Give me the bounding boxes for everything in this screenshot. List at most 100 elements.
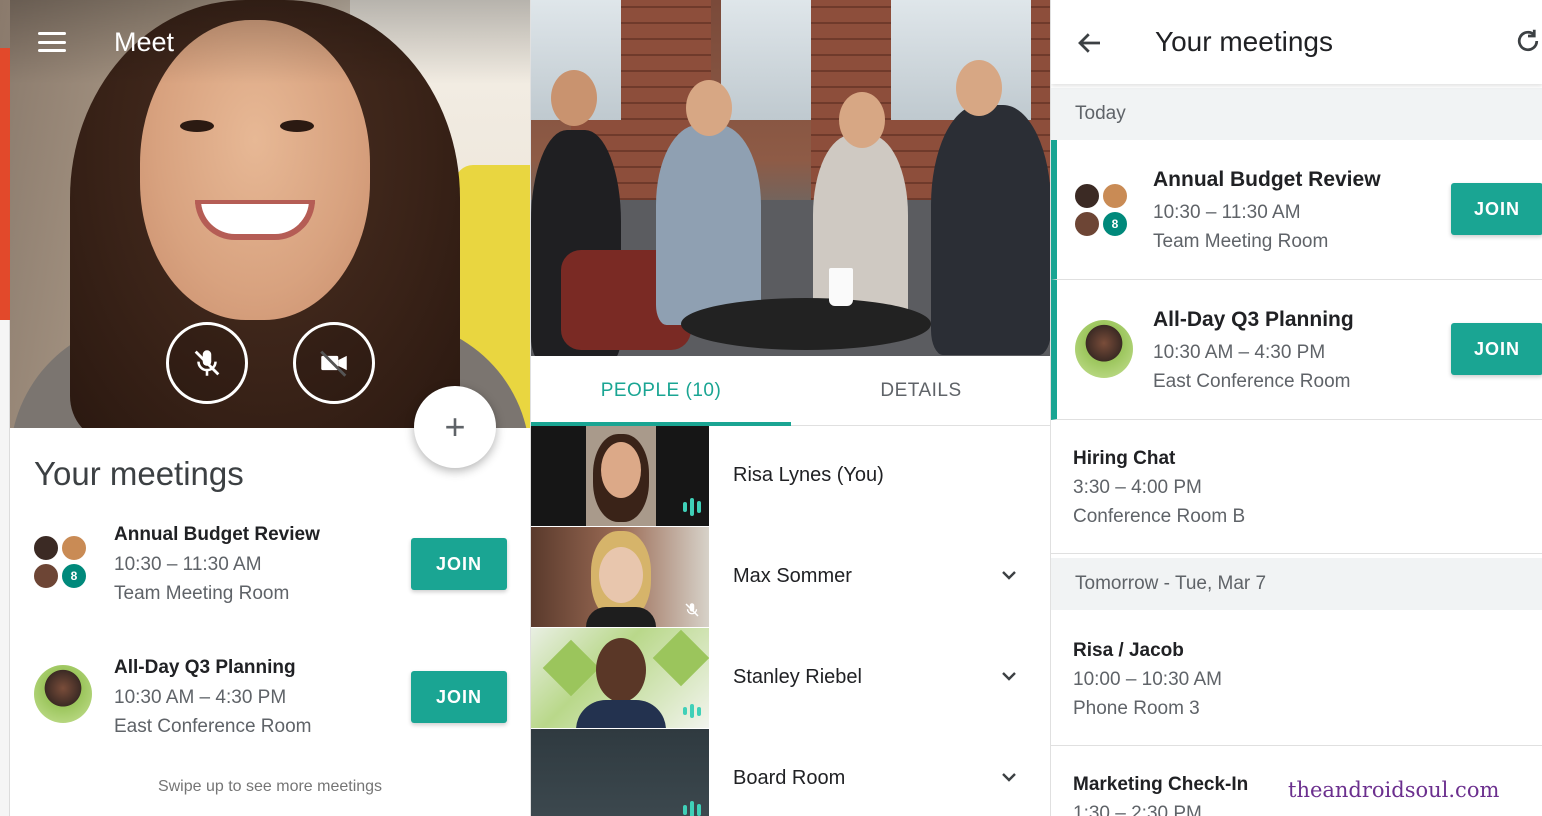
meeting-item[interactable]: Hiring Chat 3:30 – 4:00 PM Conference Ro… (1051, 420, 1542, 554)
join-button[interactable]: JOIN (411, 538, 507, 590)
coffee-table (681, 298, 931, 350)
person-head (686, 80, 732, 136)
call-tabs: PEOPLE (10) DETAILS (531, 356, 1050, 426)
turn-off-camera-button[interactable] (293, 322, 375, 404)
swipe-hint: Swipe up to see more meetings (157, 778, 383, 795)
person-eye-left (180, 120, 214, 132)
participant-row[interactable]: Board Room (531, 729, 1050, 816)
meeting-title: Hiring Chat (1073, 448, 1176, 469)
meeting-time: 10:30 – 11:30 AM (114, 554, 262, 575)
page-title: Your meetings (1155, 26, 1333, 57)
refresh-icon[interactable] (1513, 26, 1542, 56)
meeting-title: Marketing Check-In (1073, 774, 1249, 795)
extra-participants-badge: 8 (1101, 210, 1129, 238)
participant-video-thumb (531, 527, 709, 627)
thumb-decor (652, 629, 709, 687)
window (721, 0, 811, 120)
meeting-title: Annual Budget Review (1153, 168, 1381, 191)
section-header-tomorrow: Tomorrow - Tue, Mar 7 (1051, 558, 1542, 610)
meeting-time: 10:30 AM – 4:30 PM (114, 687, 287, 708)
person-head (551, 70, 597, 126)
mic-off-icon (194, 350, 220, 376)
coffee-cup (829, 268, 853, 306)
participant-name: Stanley Riebel (733, 666, 862, 688)
mic-off-icon (685, 603, 699, 617)
chevron-down-icon[interactable] (997, 563, 1021, 587)
participant-row[interactable]: Risa Lynes (You) (531, 426, 1050, 527)
meeting-room: Team Meeting Room (114, 583, 290, 604)
chevron-down-icon[interactable] (997, 664, 1021, 688)
avatar (1075, 320, 1133, 378)
avatar (1073, 210, 1101, 238)
participant-name: Board Room (733, 767, 846, 789)
new-meeting-fab[interactable]: + (414, 386, 496, 468)
meeting-room: East Conference Room (1153, 371, 1351, 392)
speaking-indicator-icon (683, 498, 701, 516)
participant-row[interactable]: Stanley Riebel (531, 628, 1050, 729)
join-button[interactable]: JOIN (1451, 183, 1542, 235)
avatar (32, 562, 60, 590)
participant-name: Max Sommer (733, 565, 852, 587)
meeting-title: Annual Budget Review (114, 524, 320, 545)
avatar (1073, 182, 1101, 210)
meeting-title: All-Day Q3 Planning (114, 657, 296, 678)
thumb-face (599, 547, 643, 603)
mute-mic-button[interactable] (166, 322, 248, 404)
meeting-item[interactable]: 8 Annual Budget Review 10:30 – 11:30 AM … (24, 524, 524, 624)
meeting-room: East Conference Room (114, 716, 312, 737)
person (931, 105, 1050, 355)
join-button[interactable]: JOIN (411, 671, 507, 723)
meeting-time: 10:30 AM – 4:30 PM (1153, 342, 1326, 363)
meeting-room: Team Meeting Room (1153, 231, 1329, 252)
meetings-heading: Your meetings (34, 455, 244, 492)
participant-video-thumb (531, 628, 709, 728)
speaking-indicator-icon (683, 801, 701, 816)
app-bar: Meet (10, 0, 530, 84)
participant-video-thumb (531, 426, 709, 526)
avatar (1101, 182, 1129, 210)
chevron-down-icon[interactable] (997, 765, 1021, 789)
app-title: Meet (114, 26, 175, 57)
participant-avatars: 8 (32, 532, 92, 592)
app-bar: Your meetings (1051, 0, 1542, 84)
meeting-item[interactable]: All-Day Q3 Planning 10:30 AM – 4:30 PM E… (1051, 280, 1542, 420)
person-head (956, 60, 1002, 116)
hamburger-menu-icon[interactable] (38, 32, 66, 52)
thumb-face (601, 442, 641, 498)
participant-row[interactable]: Max Sommer (531, 527, 1050, 628)
meet-home-panel: Meet + Your meetings 8 Annual Budget Rev… (0, 0, 530, 816)
thumb-shoulders (576, 700, 666, 728)
meeting-item[interactable]: 8 Annual Budget Review 10:30 – 11:30 AM … (1051, 140, 1542, 280)
thumb-face (596, 638, 646, 702)
avatar (60, 534, 88, 562)
back-arrow-icon[interactable] (1075, 28, 1105, 58)
meeting-time: 1:30 – 2:30 PM (1073, 803, 1202, 816)
join-button[interactable]: JOIN (1451, 323, 1542, 375)
meeting-time: 10:00 – 10:30 AM (1073, 669, 1222, 690)
person (656, 125, 761, 325)
speaking-indicator-icon (683, 704, 701, 718)
meeting-room: Phone Room 3 (1073, 698, 1200, 719)
thumb-shoulders (586, 607, 656, 627)
thumb-decor (542, 639, 600, 697)
window-edge (0, 320, 10, 816)
meeting-room: Conference Room B (1073, 506, 1246, 527)
participant-avatars: 8 (1073, 180, 1133, 240)
section-header-today: Today (1051, 88, 1542, 140)
brand-color-strip (0, 48, 10, 320)
meeting-title: All-Day Q3 Planning (1153, 308, 1354, 331)
camera-off-icon (320, 350, 347, 377)
person-eye-right (280, 120, 314, 132)
avatar (32, 534, 60, 562)
avatar (34, 665, 92, 723)
tab-details[interactable]: DETAILS (791, 356, 1050, 426)
meeting-time: 10:30 – 11:30 AM (1153, 202, 1301, 223)
extra-participants-badge: 8 (60, 562, 88, 590)
meeting-item[interactable]: All-Day Q3 Planning 10:30 AM – 4:30 PM E… (24, 657, 524, 757)
watermark: theandroidsoul.com (1288, 778, 1500, 802)
in-call-panel: PEOPLE (10) DETAILS Risa Lynes (You) Max… (530, 0, 1050, 816)
meeting-title: Risa / Jacob (1073, 640, 1184, 661)
participant-video-thumb (531, 729, 709, 816)
meeting-item[interactable]: Risa / Jacob 10:00 – 10:30 AM Phone Room… (1051, 612, 1542, 746)
tab-people[interactable]: PEOPLE (10) (531, 356, 791, 426)
